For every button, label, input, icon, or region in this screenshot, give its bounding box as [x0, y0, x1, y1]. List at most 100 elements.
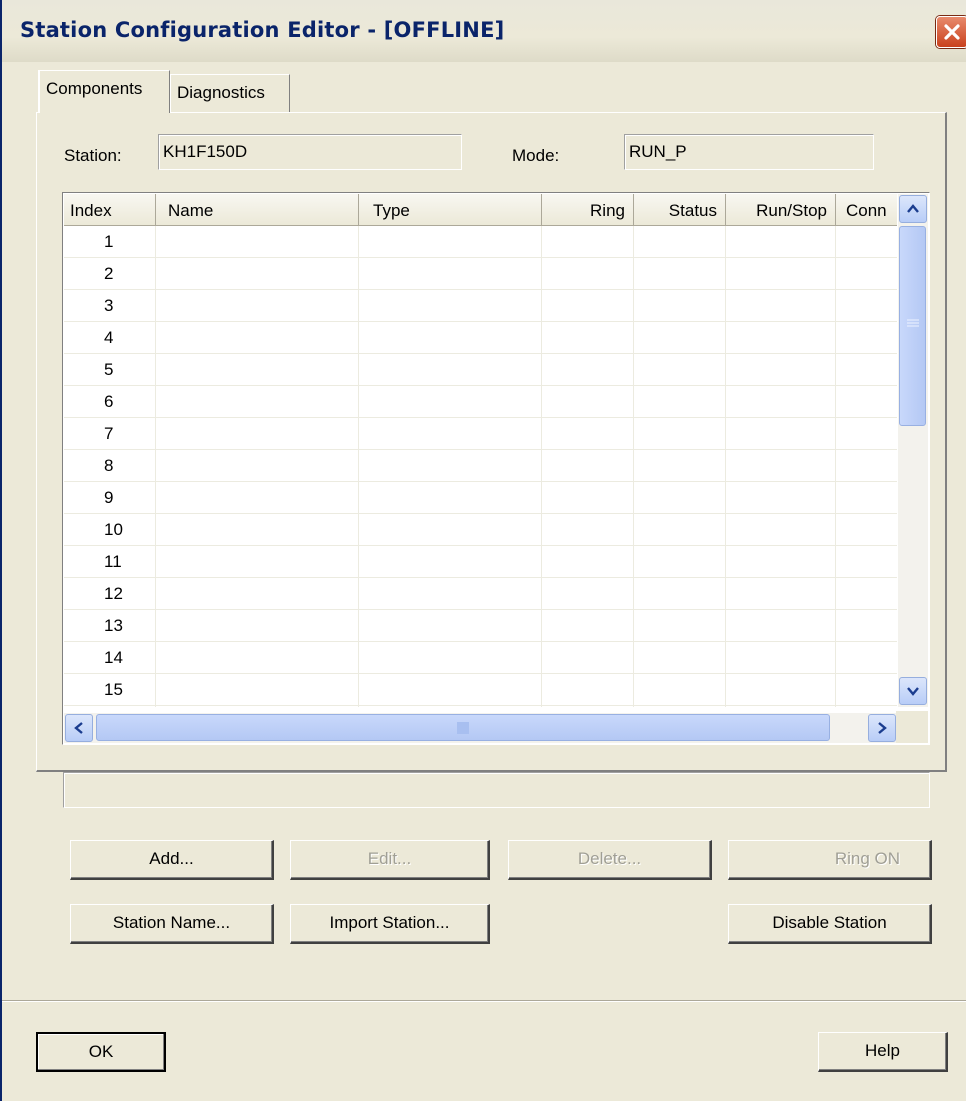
table-cell	[634, 546, 726, 577]
ok-button[interactable]: OK	[36, 1032, 166, 1072]
disable-station-button[interactable]: Disable Station	[728, 904, 932, 944]
table-cell	[836, 258, 897, 289]
table-cell	[836, 450, 897, 481]
scroll-up-button[interactable]	[899, 195, 927, 223]
column-header-conn[interactable]: Conn	[836, 194, 897, 226]
row-index-cell: 13	[64, 610, 156, 641]
table-row[interactable]: 12	[64, 578, 897, 610]
row-index-cell: 1	[64, 226, 156, 257]
table-cell	[156, 642, 359, 673]
mode-field: RUN_P	[624, 134, 874, 170]
table-cell	[156, 386, 359, 417]
row-index-cell: 9	[64, 482, 156, 513]
table-cell	[359, 258, 542, 289]
tab-components[interactable]: Components	[38, 70, 170, 113]
grip-icon	[457, 722, 469, 734]
edit-button[interactable]: Edit...	[290, 840, 490, 880]
table-cell	[634, 610, 726, 641]
table-cell	[726, 322, 836, 353]
table-row[interactable]: 5	[64, 354, 897, 386]
column-header-ring[interactable]: Ring	[542, 194, 634, 226]
add-button[interactable]: Add...	[70, 840, 274, 880]
table-cell	[634, 290, 726, 321]
ring-on-button[interactable]: Ring ON	[728, 840, 932, 880]
table-cell	[359, 290, 542, 321]
import-station-button[interactable]: Import Station...	[290, 904, 490, 944]
table-cell	[836, 226, 897, 257]
table-cell	[359, 546, 542, 577]
table-cell	[634, 706, 726, 707]
components-list[interactable]: Index Name Type Ring Status Run/Stop Con…	[62, 192, 930, 745]
table-row[interactable]: 1	[64, 226, 897, 258]
table-cell	[836, 354, 897, 385]
tab-diagnostics[interactable]: Diagnostics	[170, 74, 290, 112]
table-cell	[359, 482, 542, 513]
table-row[interactable]: 13	[64, 610, 897, 642]
table-cell	[634, 674, 726, 705]
table-row[interactable]: 15	[64, 674, 897, 706]
horizontal-scroll-thumb[interactable]	[96, 714, 830, 741]
scroll-down-button[interactable]	[899, 677, 927, 705]
table-row[interactable]: 16	[64, 706, 897, 707]
title-bar[interactable]: Station Configuration Editor - [OFFLINE]	[2, 0, 966, 62]
table-cell	[542, 450, 634, 481]
table-row[interactable]: 3	[64, 290, 897, 322]
table-row[interactable]: 11	[64, 546, 897, 578]
table-cell	[359, 450, 542, 481]
table-row[interactable]: 7	[64, 418, 897, 450]
table-cell	[359, 226, 542, 257]
table-cell	[836, 610, 897, 641]
chevron-right-icon	[878, 722, 887, 734]
table-row[interactable]: 14	[64, 642, 897, 674]
table-cell	[726, 258, 836, 289]
vertical-scroll-thumb[interactable]	[899, 226, 926, 426]
row-index-cell: 10	[64, 514, 156, 545]
table-cell	[156, 674, 359, 705]
row-index-cell: 16	[64, 706, 156, 707]
station-name-button[interactable]: Station Name...	[70, 904, 274, 944]
table-cell	[726, 610, 836, 641]
column-header-index[interactable]: Index	[64, 194, 156, 226]
table-cell	[156, 226, 359, 257]
table-cell	[634, 354, 726, 385]
table-cell	[726, 642, 836, 673]
help-button[interactable]: Help	[818, 1032, 948, 1072]
delete-button[interactable]: Delete...	[508, 840, 712, 880]
table-cell	[726, 226, 836, 257]
table-cell	[836, 386, 897, 417]
table-cell	[156, 290, 359, 321]
table-row[interactable]: 6	[64, 386, 897, 418]
table-cell	[634, 482, 726, 513]
table-row[interactable]: 2	[64, 258, 897, 290]
table-cell	[634, 642, 726, 673]
column-header-type[interactable]: Type	[359, 194, 542, 226]
table-row[interactable]: 8	[64, 450, 897, 482]
table-cell	[726, 546, 836, 577]
scroll-left-button[interactable]	[65, 714, 93, 742]
column-header-status[interactable]: Status	[634, 194, 726, 226]
row-index-cell: 6	[64, 386, 156, 417]
table-cell	[726, 514, 836, 545]
table-cell	[156, 514, 359, 545]
column-header-run-stop[interactable]: Run/Stop	[726, 194, 836, 226]
close-button[interactable]	[936, 16, 966, 48]
table-cell	[156, 450, 359, 481]
table-cell	[156, 322, 359, 353]
table-row[interactable]: 4	[64, 322, 897, 354]
table-cell	[156, 610, 359, 641]
table-cell	[634, 450, 726, 481]
table-cell	[634, 578, 726, 609]
table-cell	[542, 482, 634, 513]
scrollbar-corner	[896, 711, 928, 743]
mode-value: RUN_P	[629, 142, 687, 161]
table-row[interactable]: 9	[64, 482, 897, 514]
table-cell	[836, 642, 897, 673]
table-row[interactable]: 10	[64, 514, 897, 546]
scroll-right-button[interactable]	[868, 714, 896, 742]
table-cell	[836, 482, 897, 513]
station-value: KH1F150D	[163, 142, 248, 161]
horizontal-scrollbar[interactable]	[64, 713, 897, 743]
list-rows: 12345678910111213141516	[64, 226, 897, 707]
column-header-name[interactable]: Name	[156, 194, 359, 226]
vertical-scrollbar[interactable]	[898, 194, 928, 707]
